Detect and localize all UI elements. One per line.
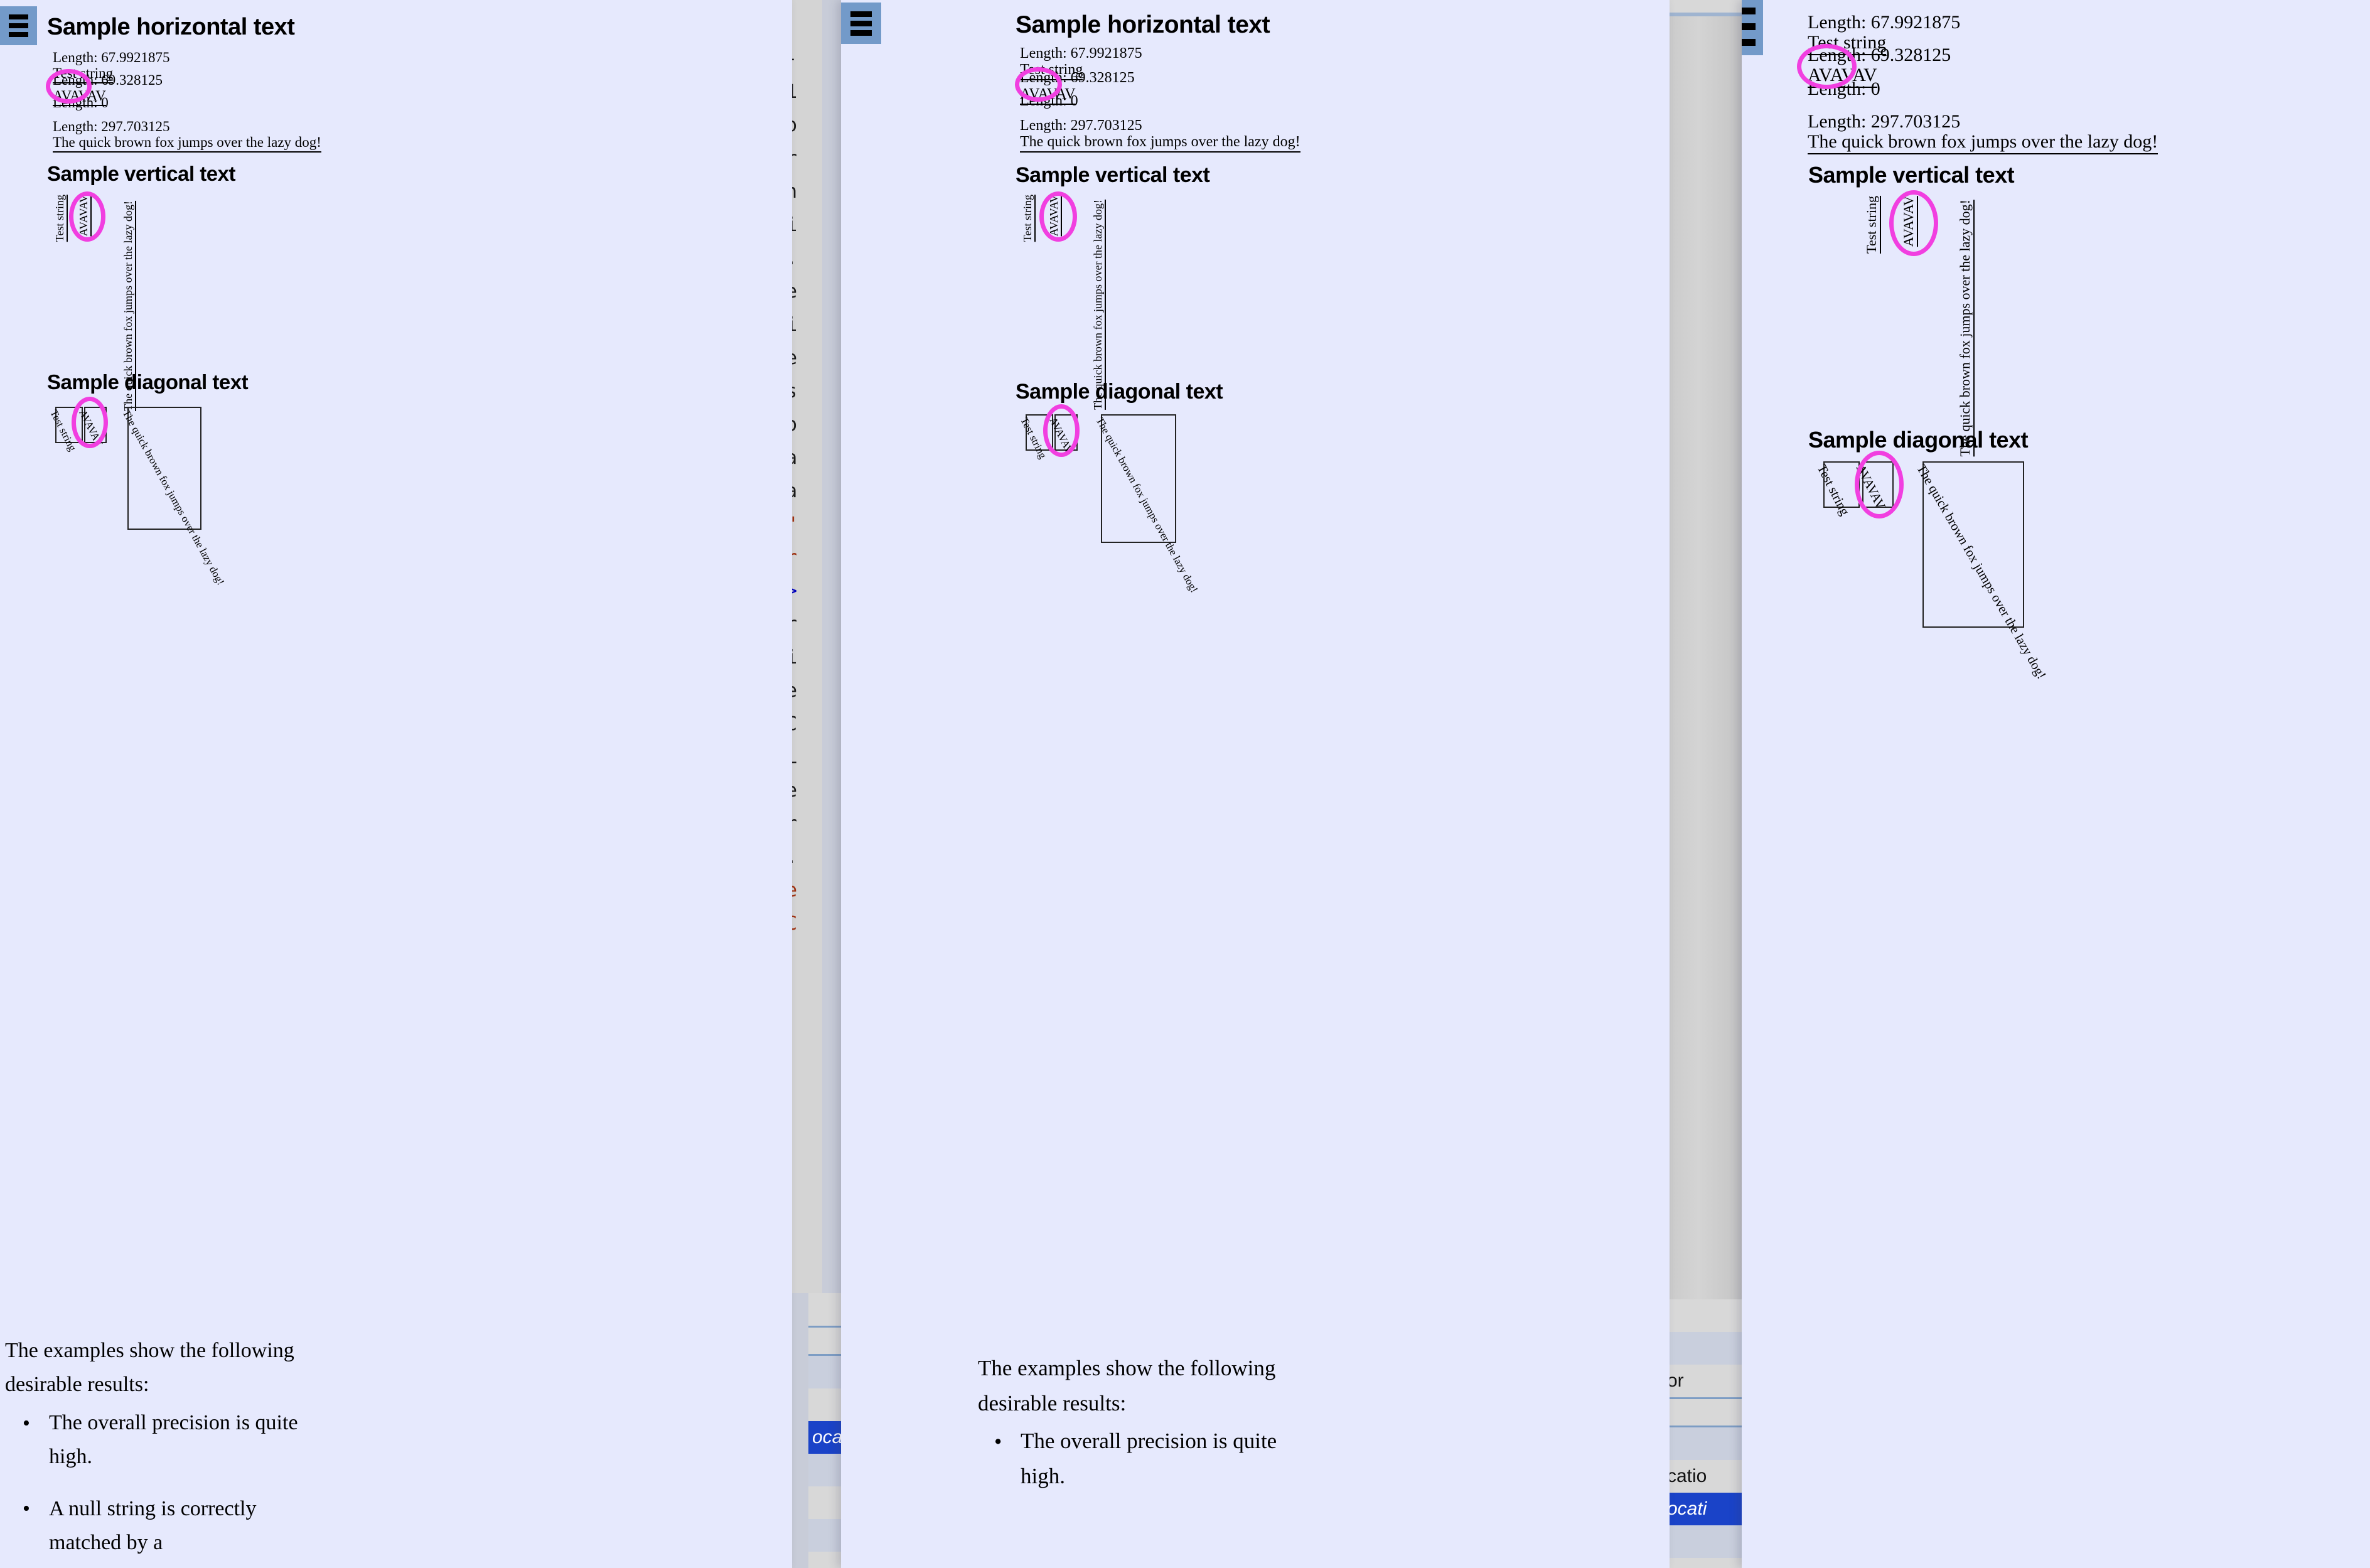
document-content: Sample horizontal text Length: 67.992187… [841,0,1670,1568]
settings-row[interactable] [808,1388,842,1421]
section-title-horizontal: Sample horizontal text [1016,11,1270,38]
bullet-dot: • [23,1411,30,1435]
conclusion-bullets: • The overall precision is quite high. •… [23,1406,319,1560]
sample-string: The quick brown fox jumps over the lazy … [1808,132,2158,154]
diagonal-box-3: The quick brown fox jumps over the lazy … [120,407,227,587]
settings-row-selected[interactable]: ocati [1663,1493,1742,1525]
document-window-middle[interactable]: Sample horizontal text Length: 67.992187… [841,0,1670,1568]
settings-row[interactable] [808,1356,842,1388]
diagonal-box-3: The quick brown fox jumps over the lazy … [1914,461,2049,682]
measurement-horizontal-4: Length: 297.703125 The quick brown fox j… [1020,117,1300,153]
settings-row[interactable] [1663,1299,1742,1332]
vertical-text: Test string [1021,195,1036,242]
settings-row[interactable] [808,1293,842,1326]
conclusion-bullets: • The overall precision is quite high. [994,1424,1297,1494]
vertical-sample-3: The quick brown fox jumps over the lazy … [1957,200,1975,457]
settings-row-label[interactable]: or [1663,1365,1742,1397]
diagonal-text: Test string [1814,461,1853,518]
settings-row-label[interactable]: catio [1663,1460,1742,1493]
list-item: • The overall precision is quite high. [23,1406,319,1474]
length-label: Length: 297.703125 [53,119,170,134]
diagonal-text: The quick brown fox jumps over the lazy … [120,407,227,588]
vertical-sample-2: AVAVAV [1901,196,1918,247]
length-label: Length: 69.328125 [1808,45,1951,65]
section-title-vertical: Sample vertical text [1016,163,1210,187]
diagonal-box-2: AVAVAV [77,407,107,448]
vertical-sample-3: The quick brown fox jumps over the lazy … [1091,200,1106,410]
length-label: Length: 0 [1808,78,1880,99]
measurement-horizontal-3: Length: 0 [1020,93,1078,110]
bullet-dot: • [23,1497,30,1521]
vertical-sample-1: Test string [1863,196,1881,254]
measurement-horizontal-3: Length: 0 [1808,78,1880,99]
screen: - 1 o r n i . e i e s o a a " r > r i e … [0,0,2370,1568]
diagonal-box-2: AVAVAV [1047,414,1078,456]
list-item: • A null string is correctly matched by … [23,1492,319,1560]
diagonal-box-2: AVAVAV [1853,461,1894,512]
section-title-horizontal: Sample horizontal text [47,14,295,40]
settings-row [808,1326,842,1356]
length-label: Length: 67.9921875 [1020,45,1142,62]
vertical-sample-2: AVAVAV [1048,195,1062,237]
length-label: Length: 69.328125 [53,72,163,88]
measurement-horizontal-4: Length: 297.703125 The quick brown fox j… [53,119,321,153]
length-label: Length: 297.703125 [1020,117,1142,134]
background-settings-list-right[interactable]: or catio ocati [1663,0,1742,1568]
settings-row [1663,1397,1742,1427]
section-title-vertical: Sample vertical text [47,162,236,185]
length-label: Length: 69.328125 [1020,70,1135,86]
length-label: Length: 67.9921875 [53,50,170,65]
vertical-text: AVAVAV [1901,196,1918,247]
settings-row[interactable] [1663,1525,1742,1558]
vertical-text: The quick brown fox jumps over the lazy … [1091,200,1106,410]
settings-row[interactable] [808,1454,842,1486]
vertical-text: AVAVAV [1048,195,1062,237]
diagonal-text: Test string [1018,415,1049,461]
diagonal-box-3: The quick brown fox jumps over the lazy … [1093,414,1200,594]
document-content: Length: 67.9921875 Test string Length: 6… [1742,0,2370,1568]
settings-row[interactable] [1663,1427,1742,1460]
document-content: Sample horizontal text Length: 67.992187… [0,0,792,1568]
vertical-text: Test string [1863,196,1881,254]
length-label: Length: 0 [53,95,109,110]
list-item: • The overall precision is quite high. [994,1424,1297,1494]
settings-row-selected[interactable]: oca [808,1421,842,1454]
vertical-sample-1: Test string [1021,195,1036,242]
diagonal-text: Test string [48,407,79,453]
measurement-horizontal-4: Length: 297.703125 The quick brown fox j… [1808,111,2158,154]
sample-string: The quick brown fox jumps over the lazy … [53,134,321,153]
sample-string: The quick brown fox jumps over the lazy … [1020,134,1300,153]
settings-row[interactable] [808,1552,842,1568]
vertical-sample-2: AVAVAV [77,195,92,237]
document-window-left[interactable]: Sample horizontal text Length: 67.992187… [0,0,792,1568]
vertical-sample-1: Test string [53,195,68,242]
vertical-text: The quick brown fox jumps over the lazy … [1957,200,1975,457]
vertical-text: AVAVAV [77,195,92,237]
section-title-vertical: Sample vertical text [1808,162,2015,188]
length-label: Length: 0 [1020,93,1078,109]
bullet-text: The overall precision is quite high. [49,1411,298,1469]
document-window-right[interactable]: Length: 67.9921875 Test string Length: 6… [1742,0,2370,1568]
settings-row[interactable] [1663,1332,1742,1365]
length-label: Length: 297.703125 [1808,111,1961,132]
conclusion-intro: The examples show the following desirabl… [978,1356,1276,1415]
conclusion-intro: The examples show the following desirabl… [5,1339,294,1397]
bullet-dot: • [994,1429,1002,1454]
settings-row[interactable] [1663,1558,1742,1568]
length-label: Length: 67.9921875 [1808,12,1961,33]
section-title-diagonal: Sample diagonal text [1016,380,1223,404]
settings-row[interactable] [808,1519,842,1552]
bullet-text: A null string is correctly matched by a [49,1496,257,1555]
background-settings-list-left[interactable]: oca [808,1293,842,1568]
diagonal-text: The quick brown fox jumps over the lazy … [1093,415,1201,595]
settings-row[interactable] [808,1486,842,1519]
section-title-diagonal: Sample diagonal text [47,370,249,394]
measurement-horizontal-3: Length: 0 [53,95,109,111]
section-title-diagonal: Sample diagonal text [1808,427,2029,453]
bullet-text: The overall precision is quite high. [1021,1429,1277,1488]
vertical-text: Test string [53,195,68,242]
diagonal-text: The quick brown fox jumps over the lazy … [1914,461,2050,682]
